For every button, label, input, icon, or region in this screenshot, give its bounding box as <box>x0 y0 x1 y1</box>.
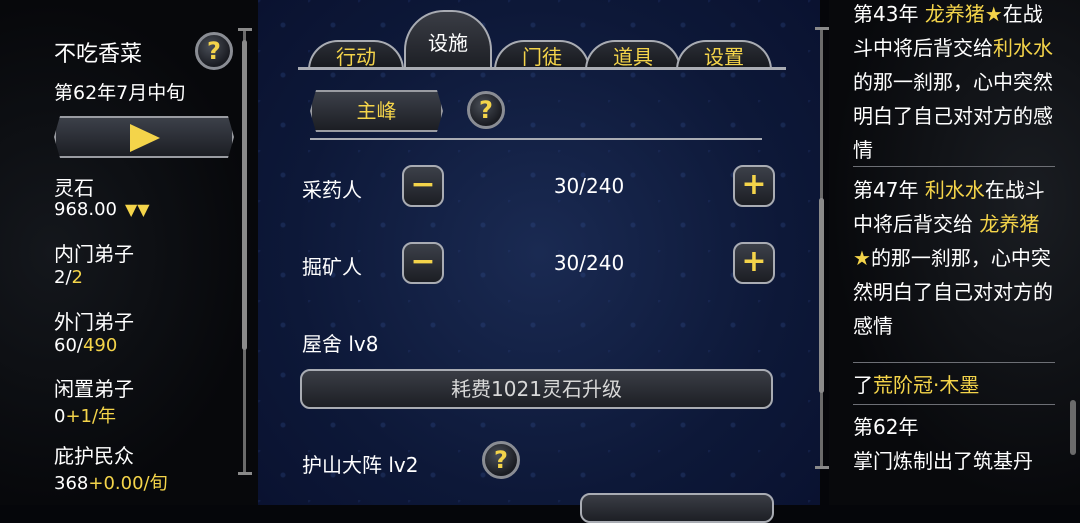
log-separator <box>853 166 1055 167</box>
left-rail-cap-bottom <box>238 472 252 475</box>
sheltered-people-rate: +0.00/旬 <box>88 473 168 494</box>
sheltered-people-current: 368 <box>54 473 89 494</box>
left-scrollbar-thumb[interactable] <box>242 40 247 350</box>
log-scrollbar[interactable] <box>1070 400 1076 455</box>
herb-gatherer-count: 30/240 <box>553 174 625 198</box>
inner-disciples-current: 2/ <box>54 267 72 288</box>
mountain-array-label: 护山大阵 lv2 <box>302 453 419 477</box>
play-button[interactable] <box>54 116 234 158</box>
section-divider <box>310 138 762 140</box>
housing-label: 屋舍 lv8 <box>302 332 379 356</box>
log-year: 第43年 <box>853 2 925 26</box>
spirit-stone-amount: 968.00 <box>54 199 117 220</box>
inner-disciples-value: 2/2 <box>54 267 83 288</box>
log-text: 的那一刹那，心中突然明白了自己对对方的感情 <box>853 246 1053 338</box>
log-entry: 第47年 利水水在战斗中将后背交给 龙养猪★的那一刹那，心中突然明白了自己对对方… <box>853 173 1053 343</box>
log-entry: 第62年 掌门炼制出了筑基丹 <box>853 410 1053 478</box>
tab-bar-divider <box>298 67 786 70</box>
herb-minus-button[interactable]: − <box>402 165 444 207</box>
herb-gatherer-label: 采药人 <box>302 178 362 202</box>
herb-plus-button[interactable]: + <box>733 165 775 207</box>
log-year: 第62年 <box>853 415 919 439</box>
tab-settings[interactable]: 设置 <box>676 40 772 70</box>
miner-label: 掘矿人 <box>302 255 362 279</box>
idle-disciples-value: 0+1/年 <box>54 402 116 428</box>
main-rail-cap-top <box>815 27 829 30</box>
main-scrollbar[interactable] <box>819 28 824 468</box>
inner-disciples-label: 内门弟子 <box>54 242 134 266</box>
main-peak-button[interactable]: 主峰 <box>310 90 443 132</box>
tab-action[interactable]: 行动 <box>308 40 404 70</box>
log-text: 掌门炼制出了筑基丹 <box>853 449 1033 473</box>
outer-disciples-label: 外门弟子 <box>54 310 134 334</box>
upgrade-button[interactable]: 耗费1021灵石升级 <box>300 369 773 409</box>
sect-status-panel: 不吃香菜 ? 第62年7月中旬 灵石 968.00 ▼▼ 内门弟子 2/2 外门弟… <box>0 0 258 505</box>
sheltered-people-value: 368+0.00/旬 <box>54 469 168 495</box>
game-date: 第62年7月中旬 <box>54 82 186 104</box>
help-icon[interactable]: ? <box>467 91 505 129</box>
inner-disciples-max: 2 <box>71 267 83 288</box>
help-icon[interactable]: ? <box>195 32 233 70</box>
log-text: 了 <box>853 373 873 397</box>
left-rail-cap-top <box>238 28 252 31</box>
main-scrollbar-thumb[interactable] <box>819 198 824 393</box>
log-character-name: 利水水 <box>993 36 1053 60</box>
idle-disciples-current: 0 <box>54 406 66 427</box>
outer-disciples-value: 60/490 <box>54 335 117 356</box>
idle-disciples-label: 闲置弟子 <box>54 377 134 401</box>
log-separator <box>853 404 1055 405</box>
log-entry: 了荒阶冠·木墨 <box>853 368 1053 402</box>
partial-button[interactable] <box>580 493 774 523</box>
spirit-stone-value: 968.00 ▼▼ <box>54 199 150 220</box>
log-year: 第47年 <box>853 178 925 202</box>
tab-items[interactable]: 道具 <box>585 40 681 70</box>
play-icon <box>130 124 160 152</box>
miner-plus-button[interactable]: + <box>733 242 775 284</box>
help-icon[interactable]: ? <box>482 441 520 479</box>
decrease-arrows-icon: ▼▼ <box>124 200 150 219</box>
sheltered-people-label: 庇护民众 <box>54 444 134 468</box>
left-scrollbar[interactable] <box>242 30 247 475</box>
idle-disciples-rate: +1/年 <box>65 406 117 427</box>
log-text: 的那一刹那，心中突然明白了自己对对方的感情 <box>853 70 1053 162</box>
tab-disciples[interactable]: 门徒 <box>494 40 590 70</box>
main-rail-cap-bottom <box>815 466 829 469</box>
log-entry: 第43年 龙养猪★在战斗中将后背交给利水水的那一刹那，心中突然明白了自己对对方的… <box>853 0 1053 167</box>
miner-minus-button[interactable]: − <box>402 242 444 284</box>
log-item-name: 荒阶冠·木墨 <box>873 373 980 397</box>
log-character-name: 利水水 <box>924 178 985 202</box>
log-character-name: 龙养猪★ <box>924 2 1003 26</box>
miner-count: 30/240 <box>553 251 625 275</box>
outer-disciples-max: 490 <box>82 335 118 356</box>
spirit-stone-label: 灵石 <box>54 176 94 200</box>
log-separator <box>853 362 1055 363</box>
sect-name: 不吃香菜 <box>54 42 143 67</box>
outer-disciples-current: 60/ <box>54 335 83 356</box>
